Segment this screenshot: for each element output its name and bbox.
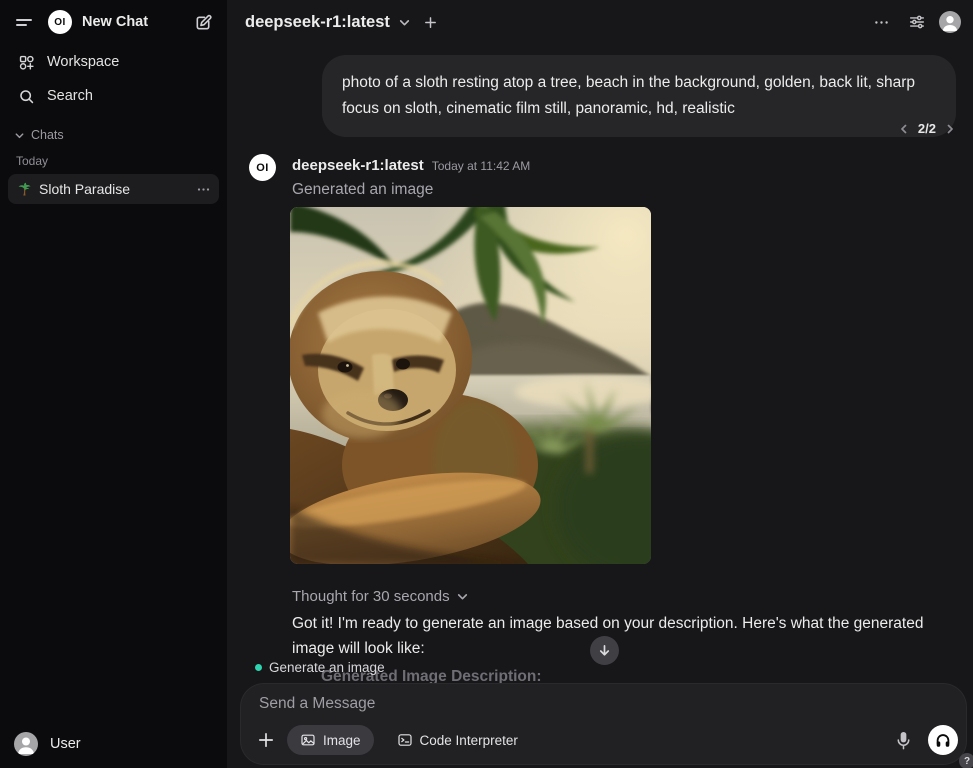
message-pagination: 2/2 [322,121,956,136]
user-name: User [50,736,81,752]
sidebar-toggle-button[interactable] [10,8,38,36]
generated-sloth-image[interactable] [290,207,651,564]
plus-icon [423,15,438,30]
pagination-count: 2/2 [918,121,936,136]
model-selector[interactable]: deepseek-r1:latest [245,13,411,32]
composer-toolbar: Image Code Interpreter [251,725,958,755]
tool-status: Generate an image [255,660,385,675]
headphones-icon [934,731,952,749]
chevron-left-icon [898,123,910,135]
app-logo: OI [48,10,72,34]
thought-toggle[interactable]: Thought for 30 seconds [292,588,469,605]
sidebar-header: OI New Chat [0,0,227,44]
code-interpreter-label: Code Interpreter [420,733,518,748]
microphone-icon [894,730,913,751]
palm-tree-icon [16,182,31,197]
message-input[interactable]: Send a Message [259,695,375,713]
brand: OI New Chat [48,10,189,34]
sidebar-item-workspace[interactable]: Workspace [6,46,221,78]
topbar: deepseek-r1:latest [227,0,973,44]
sidebar-chat-sloth-paradise[interactable]: Sloth Paradise [8,174,219,204]
person-icon [939,11,961,33]
sloth-beach-illustration [290,207,651,564]
topbar-actions [867,8,961,36]
chat-options-ellipsis-icon[interactable] [196,182,211,197]
assistant-avatar: OI [249,154,276,181]
next-version-button[interactable] [944,123,956,135]
composer-right-actions [890,725,958,755]
chat-title: Sloth Paradise [39,181,188,197]
ellipsis-icon [873,14,890,31]
image-icon [300,732,316,748]
logo-text: OI [256,162,269,174]
chevron-down-icon [456,590,469,603]
sidebar: OI New Chat Workspace Search Chats Today… [0,0,227,768]
prev-version-button[interactable] [898,123,910,135]
search-icon [18,88,35,105]
controls-button[interactable] [903,8,931,36]
voice-call-button[interactable] [928,725,958,755]
chats-header-label: Chats [31,128,64,142]
plus-icon [257,731,275,749]
chevron-down-icon [14,130,25,141]
assistant-name: deepseek-r1:latest [292,157,424,174]
menu-lines-icon [14,12,34,32]
workspace-label: Workspace [47,54,119,70]
person-icon [14,732,38,756]
help-button[interactable]: ? [959,753,973,768]
status-label: Generate an image [269,660,385,675]
scroll-to-bottom-button[interactable] [590,636,619,665]
image-button-label: Image [323,733,361,748]
assistant-header: deepseek-r1:latest Today at 11:42 AM [292,157,530,174]
generated-an-image-label: Generated an image [292,181,433,199]
voice-input-button[interactable] [890,726,916,754]
user-avatar [14,732,38,756]
today-section-label: Today [0,146,227,172]
logo-text: OI [54,17,66,28]
message-composer[interactable]: Send a Message Image Code Interpreter [240,683,967,765]
account-avatar[interactable] [939,11,961,33]
thought-label: Thought for 30 seconds [292,588,450,605]
chat-menu-button[interactable] [867,8,895,36]
search-label: Search [47,88,93,104]
terminal-icon [397,732,413,748]
code-interpreter-toggle-button[interactable]: Code Interpreter [384,725,531,755]
main-panel: deepseek-r1:latest photo of a sloth rest… [227,0,973,768]
chats-section-toggle[interactable]: Chats [0,114,227,146]
new-chat-label: New Chat [82,14,148,30]
chevron-down-icon [398,16,411,29]
message-timestamp: Today at 11:42 AM [432,159,531,173]
sidebar-item-search[interactable]: Search [6,80,221,112]
add-model-button[interactable] [417,8,445,36]
status-dot-icon [255,664,262,671]
workspace-grid-icon [18,54,35,71]
sliders-icon [908,13,926,31]
arrow-down-icon [597,643,612,658]
pencil-square-icon [194,13,213,32]
attach-button[interactable] [251,725,281,755]
new-chat-button[interactable] [189,8,217,36]
model-name: deepseek-r1:latest [245,13,390,32]
app-window: OI New Chat Workspace Search Chats Today… [0,0,973,768]
chevron-right-icon [944,123,956,135]
sidebar-user-menu[interactable]: User [0,722,227,768]
image-toggle-button[interactable]: Image [287,725,374,755]
